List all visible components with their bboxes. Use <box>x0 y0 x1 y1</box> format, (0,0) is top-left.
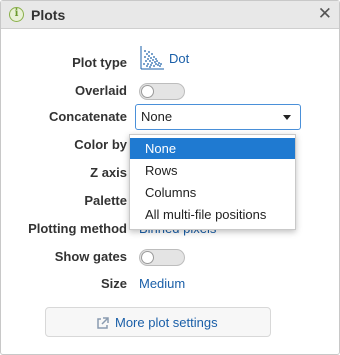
more-plot-settings-button[interactable]: More plot settings <box>45 307 271 337</box>
dot-plot-icon[interactable] <box>139 45 165 71</box>
more-plot-settings-label: More plot settings <box>115 315 218 330</box>
concatenate-label: Concatenate <box>48 109 127 124</box>
toggle-knob <box>141 85 154 98</box>
concatenate-selected-value: None <box>141 109 173 124</box>
caret-down-icon <box>283 115 291 120</box>
z-axis-label: Z axis <box>90 165 127 180</box>
dropdown-option-rows[interactable]: Rows <box>130 160 295 181</box>
overlaid-label: Overlaid <box>74 83 127 98</box>
plot-type-value-wrap: Dot <box>1 45 339 73</box>
overlaid-row: Overlaid <box>1 80 339 102</box>
concatenate-select[interactable]: None <box>135 104 301 130</box>
show-gates-row: Show gates <box>1 246 339 268</box>
plot-type-value[interactable]: Dot <box>169 51 189 66</box>
size-value[interactable]: Medium <box>139 273 185 295</box>
panel-title: Plots <box>31 7 66 23</box>
info-icon: i <box>9 7 24 22</box>
palette-label: Palette <box>84 193 127 208</box>
plots-panel: i Plots ✕ Plot type Dot Overlaid Concate… <box>0 0 340 355</box>
dropdown-option-columns[interactable]: Columns <box>130 182 295 203</box>
toggle-knob <box>141 251 154 264</box>
show-gates-label: Show gates <box>54 249 127 264</box>
color-by-label: Color by <box>74 137 127 152</box>
size-row: Size Medium <box>1 273 339 295</box>
close-icon[interactable]: ✕ <box>318 4 332 24</box>
panel-header: i Plots ✕ <box>1 1 339 29</box>
size-label: Size <box>100 276 127 291</box>
show-gates-toggle[interactable] <box>139 249 185 266</box>
dropdown-option-none[interactable]: None <box>130 138 295 159</box>
concatenate-dropdown-list: None Rows Columns All multi-file positio… <box>129 134 296 230</box>
plotting-method-label: Plotting method <box>28 221 127 236</box>
external-link-icon <box>97 317 109 329</box>
overlaid-toggle[interactable] <box>139 83 185 100</box>
dropdown-option-all-multi-file-positions[interactable]: All multi-file positions <box>130 204 295 225</box>
